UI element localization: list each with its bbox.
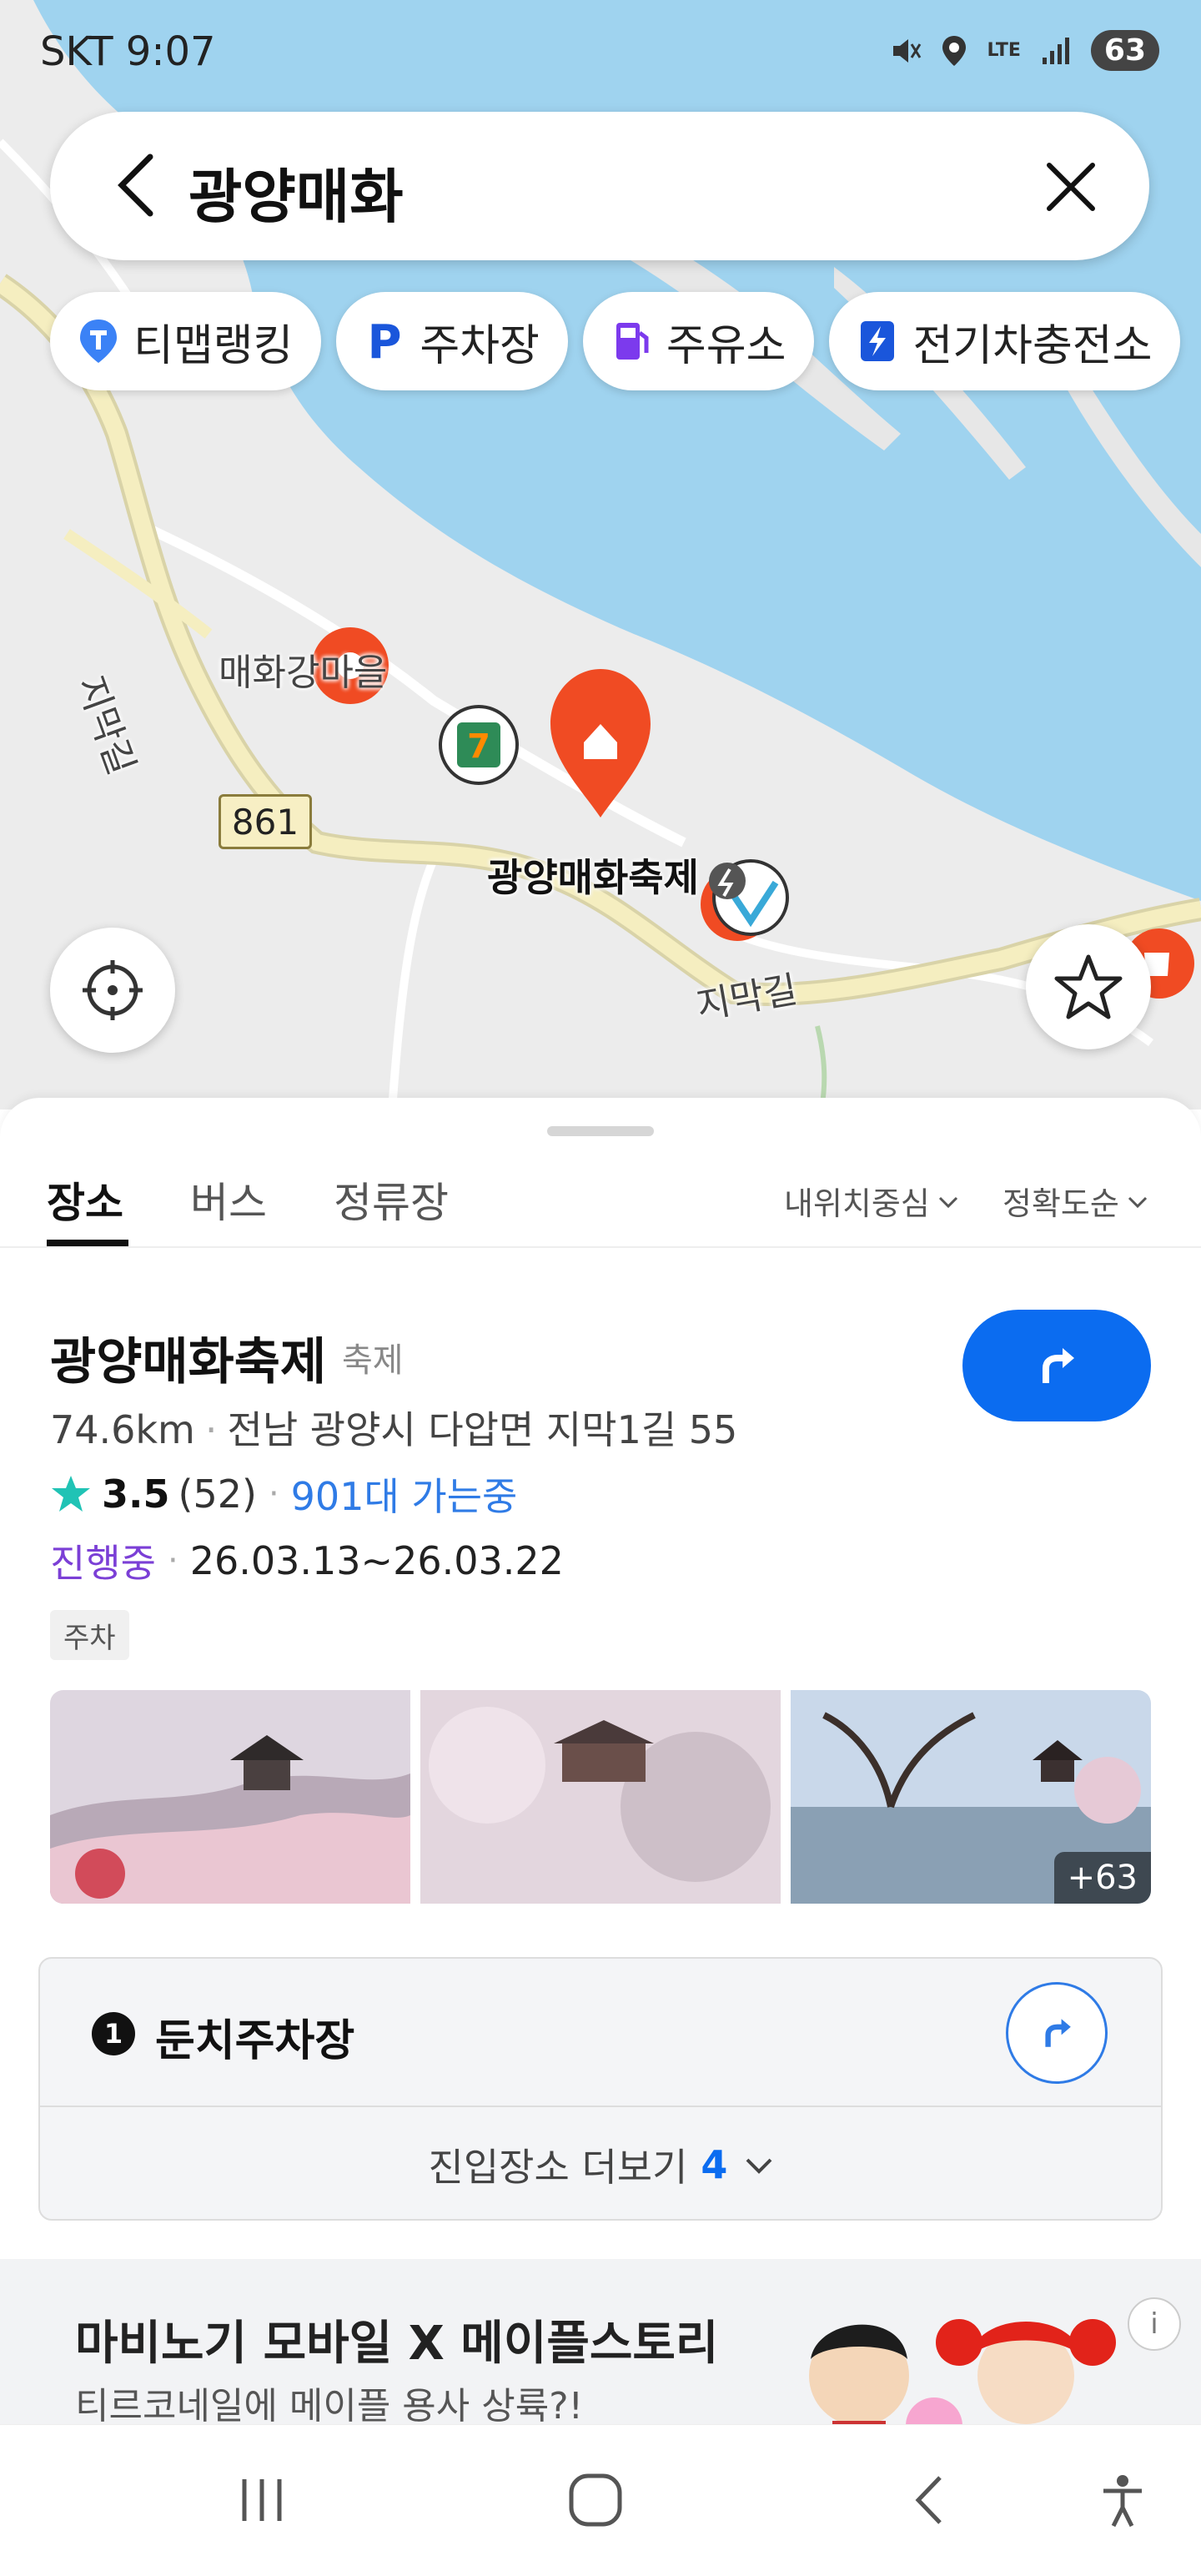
accessibility-icon [1103, 2475, 1142, 2528]
ad-title: 마비노기 모바일 X 메이플스토리 [75, 2317, 719, 2371]
signal-icon [1042, 37, 1069, 64]
result-tabs: 장소 버스 정류장 내위치중심 정확도순 [0, 1156, 1201, 1248]
tab-bus-stop[interactable]: 정류장 [334, 1170, 449, 1230]
svg-text:P: P [368, 316, 402, 366]
chevron-down-icon [746, 2158, 772, 2174]
gas-station-icon [606, 316, 656, 366]
entry-number-badge: 1 [92, 2012, 135, 2055]
accessibility-button[interactable] [1081, 2458, 1164, 2542]
rating-star-icon [52, 1476, 90, 1512]
rating-value: 3.5 [102, 1472, 170, 1517]
results-sheet: 장소 버스 정류장 내위치중심 정확도순 광양매화축제 축제 74.6km · 전남… [0, 1098, 1201, 2424]
status-bar: SKT 9:07 LTE 63 [0, 0, 1201, 100]
more-entry-points-button[interactable]: 진입장소 더보기 4 [40, 2107, 1161, 2219]
recent-apps-button[interactable] [220, 2458, 304, 2542]
place-address-line: 74.6km · 전남 광양시 다압면 지막1길 55 [50, 1407, 738, 1452]
map-label-festival: 광양매화축제 [487, 855, 699, 900]
place-category: 축제 [342, 1341, 404, 1380]
chip-parking[interactable]: P 주차장 [336, 292, 568, 390]
back-button[interactable] [889, 2458, 972, 2542]
chip-ev-charger[interactable]: 전기차충전소 [829, 292, 1181, 390]
route-shield-861: 861 [219, 794, 312, 849]
chip-label: 티맵랭킹 [133, 320, 294, 371]
chevron-down-icon [938, 1196, 957, 1208]
crosshair-icon [83, 960, 143, 1020]
sort-location-label: 내위치중심 [784, 1185, 930, 1222]
photo-3[interactable]: +63 [791, 1690, 1151, 1904]
status-time: SKT 9:07 [40, 28, 216, 75]
search-query[interactable]: 광양매화 [188, 150, 404, 234]
photo-1[interactable] [50, 1690, 410, 1904]
place-address: 전남 광양시 다압면 지막1길 55 [227, 1407, 738, 1452]
route-arrow-icon [1045, 2019, 1071, 2047]
location-icon [942, 35, 967, 66]
map-label-village: 매화강마을 [219, 652, 388, 694]
entry-points-box: 1 둔치주차장 진입장소 더보기 4 [38, 1957, 1163, 2221]
parking-tag: 주차 [50, 1610, 129, 1660]
chevron-down-icon [1128, 1196, 1147, 1208]
chip-gas-station[interactable]: 주유소 [582, 292, 815, 390]
tmap-ranking-icon [73, 316, 123, 366]
system-nav-bar [0, 2424, 1201, 2576]
place-distance: 74.6km [50, 1407, 195, 1452]
my-location-button[interactable] [50, 928, 175, 1053]
event-dates: 26.03.13~26.03.22 [189, 1538, 564, 1583]
recent-apps-icon [242, 2479, 282, 2521]
convenience-store-marker: 7 [439, 705, 519, 785]
chip-tmap-ranking[interactable]: 티맵랭킹 [50, 292, 322, 390]
photo-2[interactable] [420, 1690, 781, 1904]
home-button[interactable] [554, 2458, 637, 2542]
star-icon [1054, 954, 1123, 1019]
search-bar[interactable]: 광양매화 [50, 112, 1149, 260]
ad-info-icon[interactable]: i [1128, 2297, 1181, 2351]
tab-bus[interactable]: 버스 [190, 1170, 267, 1230]
chip-label: 전기차충전소 [912, 320, 1153, 371]
sort-accuracy-dropdown[interactable]: 정확도순 [1003, 1178, 1149, 1224]
drag-handle[interactable] [547, 1126, 654, 1136]
clear-icon[interactable] [1033, 148, 1109, 225]
photo-strip: +63 [50, 1690, 1151, 1904]
active-tab-underline [47, 1240, 128, 1246]
chip-label: 주차장 [420, 320, 540, 371]
ad-character-illustration [809, 2319, 1116, 2424]
svg-text:7: 7 [467, 727, 490, 766]
ad-subtitle: 티르코네일에 메이플 용사 상륙?! [75, 2385, 584, 2424]
tab-place[interactable]: 장소 [47, 1170, 123, 1230]
entry-name: 둔치주차장 [155, 2016, 355, 2066]
sort-location-dropdown[interactable]: 내위치중심 [784, 1178, 960, 1224]
rating-count[interactable]: (52) [178, 1472, 257, 1517]
map-view[interactable]: 7 매화강마을 광양매화축제 지막길 지막길 861 SKT 9:07 LTE [0, 0, 1201, 1109]
route-arrow-icon [1043, 1348, 1074, 1383]
event-status: 진행중 [50, 1541, 156, 1586]
back-arrow-icon[interactable] [98, 143, 182, 227]
going-count: 901대 가는중 [290, 1474, 518, 1519]
ev-charger-icon [852, 316, 902, 366]
place-name[interactable]: 광양매화축제 [50, 1321, 326, 1394]
lte-icon: LTE [987, 39, 1021, 61]
route-button[interactable] [962, 1310, 1151, 1421]
battery-indicator: 63 [1090, 30, 1159, 71]
mute-icon [893, 38, 922, 63]
status-icons: LTE 63 [888, 30, 1159, 71]
more-entry-count: 4 [701, 2142, 728, 2187]
back-icon [915, 2476, 942, 2524]
event-status-row: 진행중 · 26.03.13~26.03.22 [50, 1533, 564, 1588]
entry-point-item[interactable]: 1 둔치주차장 [40, 1959, 1161, 2107]
home-icon [569, 2473, 622, 2527]
parking-icon: P [359, 316, 410, 366]
favorite-button[interactable] [1026, 924, 1151, 1049]
more-entry-label: 진입장소 더보기 [428, 2145, 688, 2190]
ad-banner[interactable]: 마비노기 모바일 X 메이플스토리 티르코네일에 메이플 용사 상륙?! i [0, 2259, 1201, 2424]
rating-row: 3.5 (52) · 901대 가는중 [50, 1467, 517, 1522]
chip-label: 주유소 [666, 320, 786, 371]
category-chips: 티맵랭킹 P 주차장 주유소 전기차충전소 [50, 292, 1181, 392]
sort-accuracy-label: 정확도순 [1003, 1185, 1119, 1222]
entry-route-button[interactable] [1006, 1982, 1108, 2084]
more-photos-badge[interactable]: +63 [1053, 1852, 1151, 1904]
